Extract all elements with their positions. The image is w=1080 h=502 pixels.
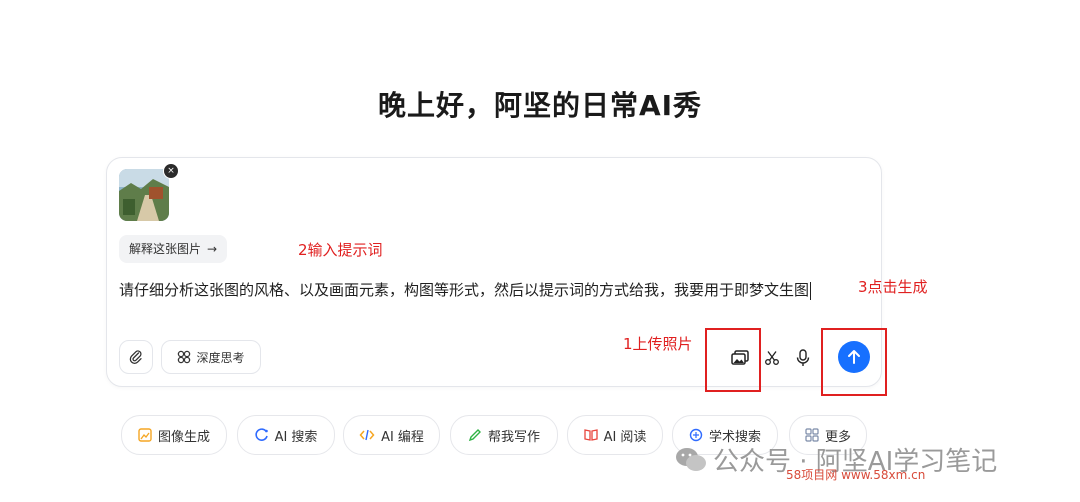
voice-input-button[interactable] [791, 346, 815, 370]
attached-image-thumbnail[interactable] [119, 169, 169, 221]
screenshot-button[interactable] [760, 346, 784, 370]
quick-action-label: AI 编程 [381, 429, 424, 445]
image-preview [119, 169, 169, 221]
microphone-icon [796, 349, 810, 366]
quick-action-label: 帮我写作 [487, 429, 540, 445]
image-gen-icon [138, 428, 152, 442]
suggest-chip-explain-image[interactable]: 解释这张图片 → [119, 235, 228, 263]
suggest-chip-label: 解释这张图片 [129, 242, 202, 256]
quick-action-ai-coding[interactable]: AI 编程 [343, 415, 440, 455]
code-icon [359, 429, 375, 441]
prompt-input[interactable]: 请仔细分析这张图的风格、以及画面元素，构图等形式，然后以提示词的方式给我，我要用… [119, 280, 839, 300]
attach-file-button[interactable] [119, 340, 153, 374]
annotation-step1: 1上传照片 [623, 335, 693, 353]
highlight-send-box [821, 328, 887, 396]
ai-search-icon [254, 428, 268, 441]
deep-think-button[interactable]: 深度思考 [161, 340, 261, 374]
quick-action-image-gen[interactable]: 图像生成 [121, 415, 227, 455]
text-caret [810, 281, 812, 300]
wechat-icon [676, 447, 706, 471]
annotation-step3: 3点击生成 [858, 278, 928, 296]
grid-icon [805, 428, 819, 442]
remove-attachment-icon[interactable]: × [163, 163, 179, 179]
arrow-right-icon: → [207, 242, 218, 256]
quick-action-label: AI 阅读 [603, 429, 647, 445]
annotation-step2: 2输入提示词 [298, 241, 383, 259]
deep-think-label: 深度思考 [196, 350, 245, 365]
book-icon [583, 429, 598, 441]
greeting-title: 晚上好，阿坚的日常AI秀 [377, 89, 703, 122]
quick-action-ai-read[interactable]: AI 阅读 [567, 415, 663, 455]
quick-action-ai-search[interactable]: AI 搜索 [237, 415, 335, 455]
site-watermark: 58项目网 www.58xm.cn [786, 468, 926, 482]
academic-icon [689, 428, 703, 442]
paperclip-icon [129, 350, 142, 364]
scissors-icon [765, 351, 779, 365]
quick-action-label: 图像生成 [157, 429, 210, 445]
prompt-text: 请仔细分析这张图的风格、以及画面元素，构图等形式，然后以提示词的方式给我，我要用… [119, 281, 810, 299]
deep-think-icon [178, 350, 191, 364]
quick-action-help-write[interactable]: 帮我写作 [450, 415, 558, 455]
highlight-upload-box [705, 328, 761, 392]
quick-action-label: AI 搜索 [274, 429, 318, 445]
pen-icon [468, 429, 481, 442]
